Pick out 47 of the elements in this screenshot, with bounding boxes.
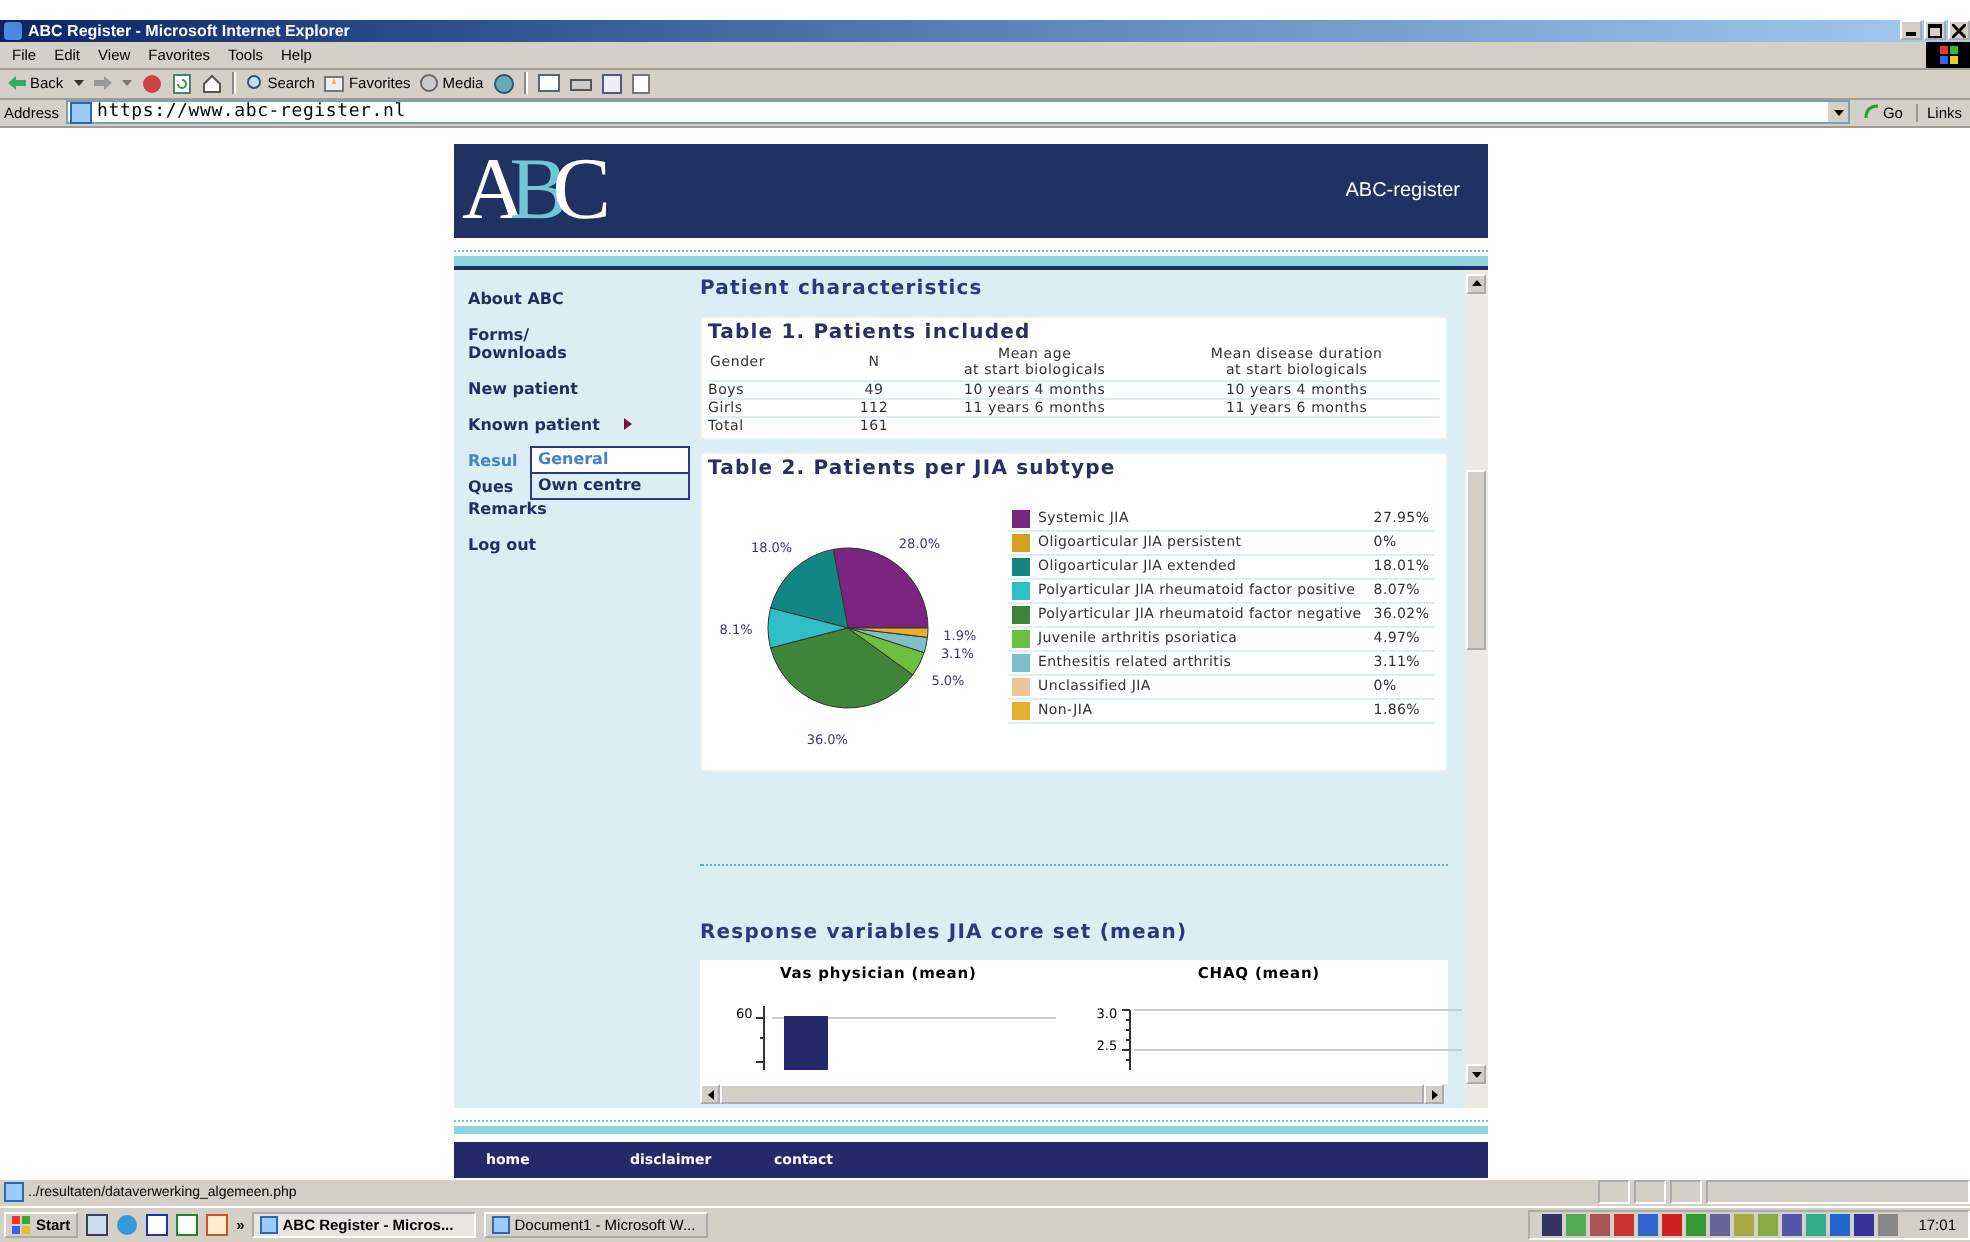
minimize-button[interactable]: [1900, 20, 1922, 41]
address-field[interactable]: https://www.abc-register.nl: [65, 100, 1851, 125]
down-arrow-icon: [1471, 1071, 1481, 1078]
nav-link[interactable]: New patient: [468, 379, 578, 398]
quick-launch-icon[interactable]: [146, 1213, 169, 1236]
nav-link[interactable]: Log out: [468, 535, 537, 554]
refresh-icon[interactable]: [171, 73, 192, 94]
url-text: https://www.abc-register.nl: [97, 102, 406, 123]
window-icon: [492, 1215, 511, 1234]
dropdown-button[interactable]: [1828, 102, 1849, 123]
scroll-down-button[interactable]: [1466, 1064, 1486, 1085]
left-arrow-icon: [707, 1089, 713, 1100]
windows-logo-icon: [1926, 42, 1970, 69]
nav-link[interactable]: Known patient: [468, 415, 600, 434]
submenu-item[interactable]: General: [532, 447, 688, 474]
nav-link[interactable]: Ques: [468, 477, 514, 496]
restore-button[interactable]: [1924, 20, 1946, 41]
browser-icon: [4, 21, 22, 40]
dropdown-arrow-icon[interactable]: [73, 80, 84, 87]
scroll-thumb[interactable]: [1466, 469, 1486, 650]
nav-link[interactable]: Remarks: [468, 499, 547, 518]
quick-launch-icon[interactable]: [86, 1213, 109, 1236]
scroll-up-button[interactable]: [1466, 273, 1486, 294]
back-arrow-icon: [8, 76, 26, 91]
stop-icon[interactable]: [141, 73, 162, 94]
table-title: Table 1. Patients included: [708, 321, 1033, 344]
section-title: Response variables JIA core set (mean): [700, 921, 1190, 944]
page-icon: [4, 1182, 24, 1203]
vertical-scrollbar[interactable]: [1464, 269, 1488, 1109]
site-name: ABC-register: [1345, 179, 1460, 202]
windows-logo-icon: [12, 1215, 32, 1234]
submenu-item[interactable]: Own centre: [532, 473, 688, 498]
up-arrow-icon: [1471, 280, 1481, 287]
scroll-right-button[interactable]: [1424, 1084, 1444, 1105]
section-title: Patient characteristics: [700, 277, 985, 300]
scroll-left-button[interactable]: [700, 1084, 720, 1105]
page-icon: [69, 101, 92, 124]
dropdown-arrow-icon: [1833, 109, 1844, 116]
nav-link[interactable]: About ABC: [468, 289, 564, 308]
nav-link[interactable]: Forms/ Downloads: [468, 325, 567, 362]
right-arrow-icon: [1431, 1089, 1437, 1100]
table-title: Table 2. Patients per JIA subtype: [708, 457, 1118, 480]
search-icon: [245, 74, 264, 93]
close-button[interactable]: [1948, 20, 1970, 41]
window-icon: [260, 1215, 279, 1234]
window-title: ABC Register - Microsoft Internet Explorer: [28, 21, 350, 40]
quick-launch-icon[interactable]: [176, 1213, 199, 1236]
